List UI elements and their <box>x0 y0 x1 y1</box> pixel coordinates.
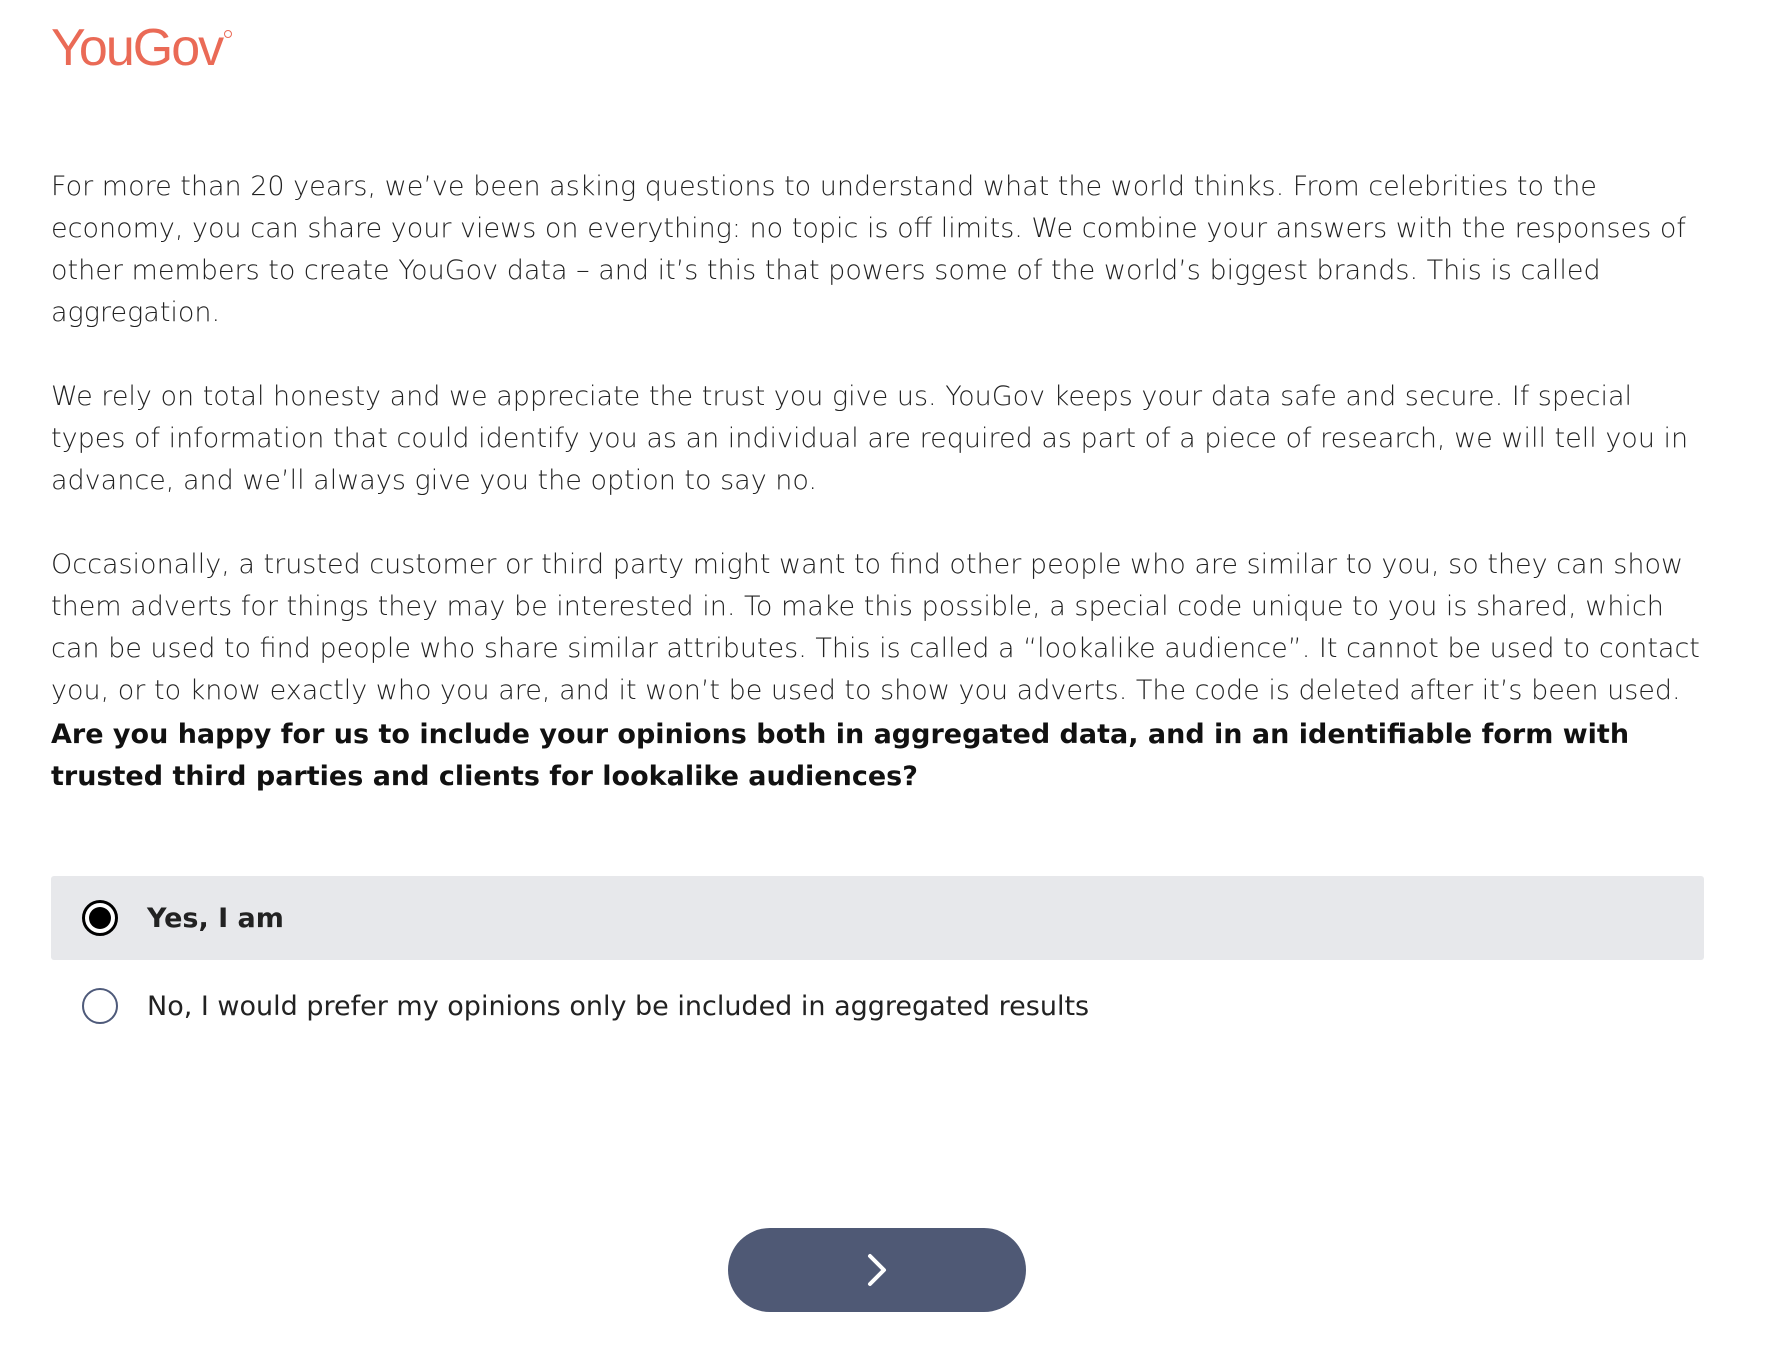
option-no[interactable]: No, I would prefer my opinions only be i… <box>51 964 1704 1048</box>
intro-text: For more than 20 years, we’ve been askin… <box>51 166 1714 754</box>
option-yes-label: Yes, I am <box>147 902 284 934</box>
intro-paragraph-lookalike: Occasionally, a trusted customer or thir… <box>51 549 1700 706</box>
radio-selected-dot <box>89 907 111 929</box>
option-yes[interactable]: Yes, I am <box>51 876 1704 960</box>
consent-question: Are you happy for us to include your opi… <box>51 719 1630 792</box>
option-no-label: No, I would prefer my opinions only be i… <box>147 990 1090 1022</box>
intro-paragraph-honesty: We rely on total honesty and we apprecia… <box>51 381 1689 496</box>
radio-no[interactable] <box>82 988 118 1024</box>
logo-text: YouGov <box>51 19 224 77</box>
radio-yes[interactable] <box>82 900 118 936</box>
chevron-right-icon <box>868 1254 886 1286</box>
next-button[interactable] <box>728 1228 1026 1312</box>
intro-paragraph-aggregation: For more than 20 years, we’ve been askin… <box>51 171 1686 328</box>
yougov-logo: YouGov <box>51 19 233 77</box>
registered-mark-icon <box>224 30 233 38</box>
